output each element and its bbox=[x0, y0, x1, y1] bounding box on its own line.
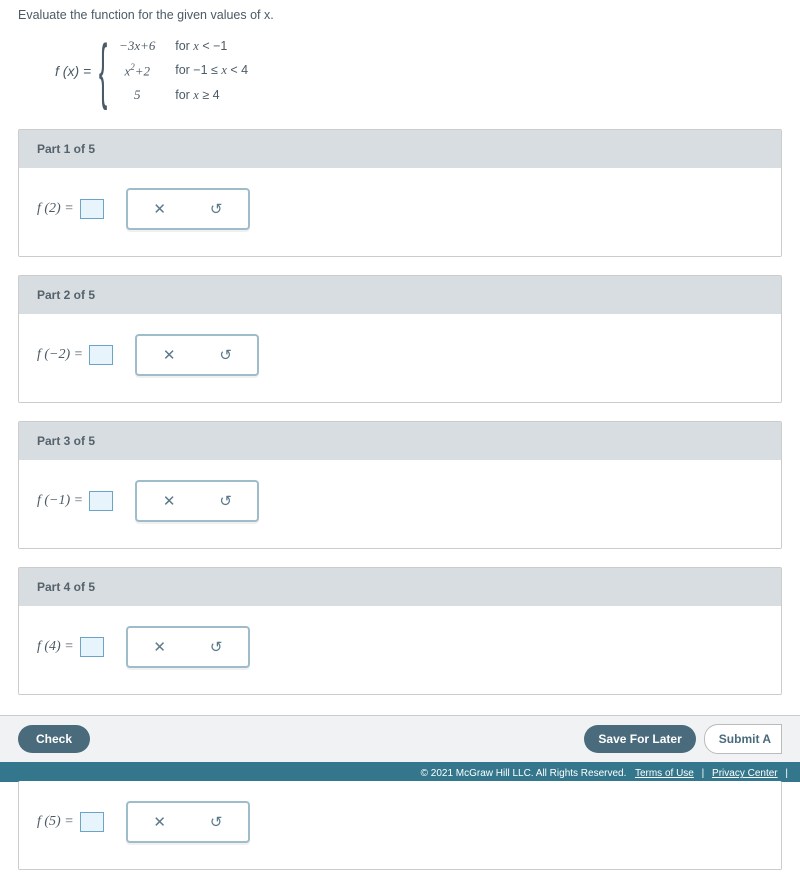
copyright-text: © 2021 McGraw Hill LLC. All Rights Reser… bbox=[421, 768, 627, 779]
part-header: Part 4 of 5 bbox=[19, 568, 781, 606]
part-expression-label: f (5) = bbox=[37, 814, 74, 830]
part-box: Part 1 of 5 f (2) = ✕ ↺ bbox=[18, 129, 782, 257]
answer-input[interactable] bbox=[80, 637, 104, 657]
separator: | bbox=[785, 768, 788, 779]
clear-button[interactable]: ✕ bbox=[132, 194, 188, 224]
question-prompt: Evaluate the function for the given valu… bbox=[0, 0, 800, 24]
clear-button[interactable]: ✕ bbox=[141, 486, 197, 516]
part-body: f (4) = ✕ ↺ bbox=[19, 606, 781, 694]
terms-link[interactable]: Terms of Use bbox=[635, 768, 694, 779]
piecewise-row: x2+2 for −1 ≤ x < 4 bbox=[107, 58, 256, 83]
check-button[interactable]: Check bbox=[18, 725, 90, 753]
answer-toolbar: ✕ ↺ bbox=[135, 334, 259, 376]
reset-button[interactable]: ↺ bbox=[188, 194, 244, 224]
part-body: f (−1) = ✕ ↺ bbox=[19, 460, 781, 548]
answer-input[interactable] bbox=[80, 812, 104, 832]
piecewise-table: −3x+6 for x < −1 x2+2 for −1 ≤ x < 4 5 f… bbox=[107, 34, 256, 107]
piecewise-cond: for x ≥ 4 bbox=[167, 83, 256, 107]
answer-toolbar: ✕ ↺ bbox=[126, 626, 250, 668]
part-body: f (2) = ✕ ↺ bbox=[19, 168, 781, 256]
answer-input[interactable] bbox=[89, 491, 113, 511]
reset-button[interactable]: ↺ bbox=[197, 486, 253, 516]
submit-assignment-button[interactable]: Submit A bbox=[704, 724, 782, 754]
left-brace: { bbox=[99, 41, 107, 101]
piecewise-function: f (x) = { −3x+6 for x < −1 x2+2 for −1 ≤… bbox=[0, 24, 800, 129]
piecewise-expr: 5 bbox=[107, 83, 167, 107]
function-lhs: f (x) = bbox=[55, 63, 91, 79]
piecewise-expr: x2+2 bbox=[107, 58, 167, 83]
piecewise-cond: for x < −1 bbox=[167, 34, 256, 58]
footer-bar: Check Save For Later Submit A bbox=[0, 715, 800, 766]
answer-toolbar: ✕ ↺ bbox=[126, 188, 250, 230]
part-expression-label: f (−1) = bbox=[37, 493, 83, 509]
part-expression-label: f (2) = bbox=[37, 201, 74, 217]
piecewise-cond: for −1 ≤ x < 4 bbox=[167, 58, 256, 83]
save-for-later-button[interactable]: Save For Later bbox=[584, 725, 695, 753]
reset-button[interactable]: ↺ bbox=[197, 340, 253, 370]
part-header: Part 2 of 5 bbox=[19, 276, 781, 314]
part-expression-label: f (−2) = bbox=[37, 347, 83, 363]
answer-input[interactable] bbox=[80, 199, 104, 219]
copyright-bar: © 2021 McGraw Hill LLC. All Rights Reser… bbox=[0, 766, 800, 782]
answer-toolbar: ✕ ↺ bbox=[135, 480, 259, 522]
reset-button[interactable]: ↺ bbox=[188, 807, 244, 837]
part-body: f (5) = ✕ ↺ bbox=[19, 781, 781, 869]
separator: | bbox=[702, 768, 705, 779]
piecewise-row: −3x+6 for x < −1 bbox=[107, 34, 256, 58]
clear-button[interactable]: ✕ bbox=[141, 340, 197, 370]
piecewise-row: 5 for x ≥ 4 bbox=[107, 83, 256, 107]
part-expression-label: f (4) = bbox=[37, 639, 74, 655]
part-header: Part 3 of 5 bbox=[19, 422, 781, 460]
part-box: Part 4 of 5 f (4) = ✕ ↺ bbox=[18, 567, 782, 695]
piecewise-expr: −3x+6 bbox=[107, 34, 167, 58]
part-box: Part 2 of 5 f (−2) = ✕ ↺ bbox=[18, 275, 782, 403]
reset-button[interactable]: ↺ bbox=[188, 632, 244, 662]
privacy-link[interactable]: Privacy Center bbox=[712, 768, 778, 779]
clear-button[interactable]: ✕ bbox=[132, 632, 188, 662]
part-box: Part 3 of 5 f (−1) = ✕ ↺ bbox=[18, 421, 782, 549]
answer-toolbar: ✕ ↺ bbox=[126, 801, 250, 843]
answer-input[interactable] bbox=[89, 345, 113, 365]
part-header: Part 1 of 5 bbox=[19, 130, 781, 168]
part-box: f (5) = ✕ ↺ bbox=[18, 781, 782, 870]
part-body: f (−2) = ✕ ↺ bbox=[19, 314, 781, 402]
clear-button[interactable]: ✕ bbox=[132, 807, 188, 837]
